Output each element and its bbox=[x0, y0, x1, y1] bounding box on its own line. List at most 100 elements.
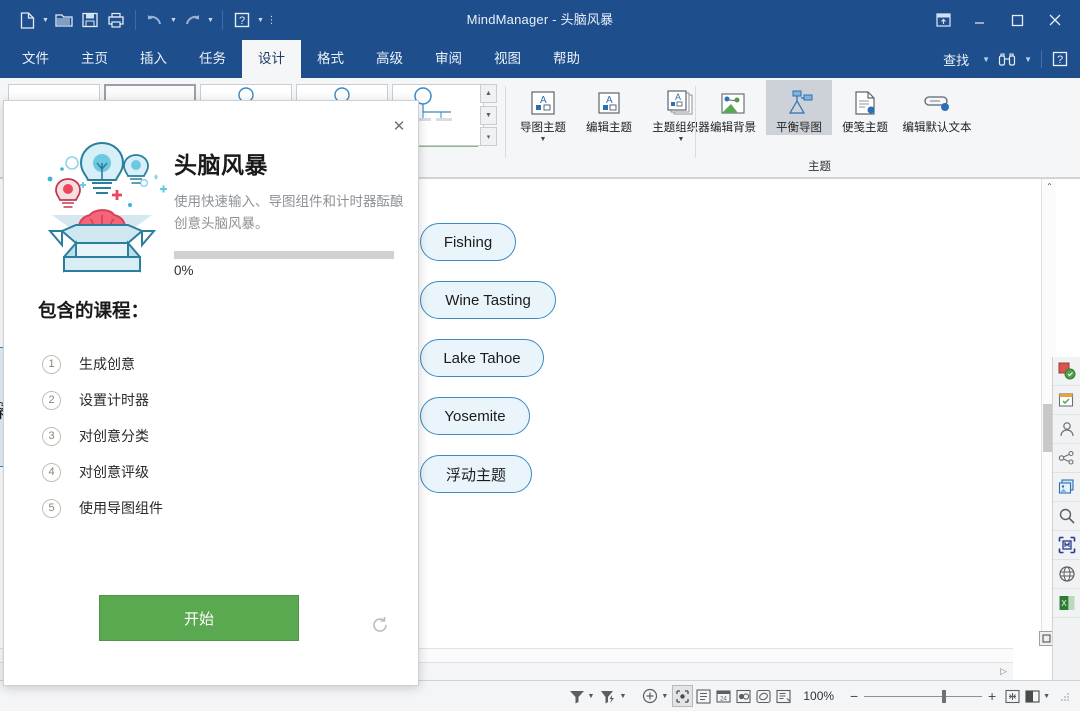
tab-review[interactable]: 审阅 bbox=[419, 40, 478, 78]
theme-group-right: 编辑背景 平衡导图 便笺主题 编辑默认文本 bbox=[700, 80, 976, 135]
window-controls bbox=[926, 0, 1074, 40]
edit-default-text-icon bbox=[920, 86, 954, 122]
zoom-out-button[interactable]: − bbox=[844, 685, 864, 707]
gallery-scroll-down[interactable]: ▼ bbox=[480, 106, 497, 125]
markers-icon[interactable] bbox=[1053, 531, 1080, 560]
ribbon-button-note-theme[interactable]: 便笺主题 bbox=[832, 80, 898, 135]
lesson-number: 4 bbox=[42, 463, 61, 482]
slide-view-button[interactable] bbox=[753, 685, 773, 707]
edit-background-icon bbox=[718, 86, 748, 122]
lesson-label: 使用导图组件 bbox=[79, 498, 163, 518]
ribbon-label-edit-default-text: 编辑默认文本 bbox=[903, 122, 972, 135]
ribbon-tab-bar: 文件 主页 插入 任务 设计 格式 高级 审阅 视图 帮助 查找 ▼ ▼ ? bbox=[0, 40, 1080, 78]
bottom-expand-arrow[interactable]: ▷ bbox=[1000, 666, 1007, 677]
zoom-slider-knob[interactable] bbox=[942, 690, 946, 703]
tab-task[interactable]: 任务 bbox=[183, 40, 242, 78]
ribbon-button-balance-map[interactable]: 平衡导图 bbox=[766, 80, 832, 135]
power-filter-caret[interactable]: ▼ bbox=[618, 693, 630, 700]
title-bar: ▼ ▼ ▼ ? ▼ ⋮ Min bbox=[0, 0, 1080, 40]
split-view-button[interactable] bbox=[1022, 685, 1042, 707]
image-library-icon[interactable] bbox=[1053, 473, 1080, 502]
gantt-view-button[interactable]: 24 bbox=[713, 685, 733, 707]
theme-organizer-icon: A bbox=[665, 86, 697, 122]
svg-text:A: A bbox=[540, 95, 547, 106]
tab-file[interactable]: 文件 bbox=[6, 40, 65, 78]
tab-design[interactable]: 设计 bbox=[242, 40, 301, 78]
add-view-caret[interactable]: ▼ bbox=[660, 693, 672, 700]
floating-topic-yosemite[interactable]: Yosemite bbox=[420, 397, 530, 435]
list-item[interactable]: 5 使用导图组件 bbox=[42, 490, 382, 526]
find-label[interactable]: 查找 bbox=[935, 50, 977, 69]
floating-label-wine-tasting: Wine Tasting bbox=[421, 292, 555, 309]
zoom-slider[interactable] bbox=[864, 685, 982, 707]
floating-label-generic: 浮动主题 bbox=[421, 464, 531, 485]
filter-button[interactable] bbox=[567, 685, 587, 707]
gallery-scroll-controls: ▲ ▼ ▾ bbox=[480, 84, 497, 146]
resize-grip-icon[interactable] bbox=[1054, 685, 1074, 707]
gallery-expand[interactable]: ▾ bbox=[480, 127, 497, 146]
power-filter-button[interactable] bbox=[598, 685, 618, 707]
find-caret[interactable]: ▼ bbox=[979, 55, 993, 64]
ribbon-display-options-button[interactable] bbox=[926, 5, 960, 35]
close-icon[interactable]: ✕ bbox=[388, 115, 410, 137]
tab-home[interactable]: 主页 bbox=[65, 40, 124, 78]
refresh-spinner-icon[interactable] bbox=[370, 615, 390, 635]
ribbon-button-edit-default-text[interactable]: 编辑默认文本 bbox=[898, 80, 976, 135]
lesson-label: 对创意分类 bbox=[79, 426, 149, 446]
tab-insert[interactable]: 插入 bbox=[124, 40, 183, 78]
outline-view-button[interactable] bbox=[693, 685, 713, 707]
map-view-button[interactable] bbox=[672, 685, 693, 707]
toolbar-divider bbox=[1041, 50, 1042, 68]
map-parts-icon[interactable] bbox=[1053, 357, 1080, 386]
svg-text:24: 24 bbox=[720, 696, 727, 702]
add-view-button[interactable] bbox=[640, 685, 660, 707]
tab-format[interactable]: 格式 bbox=[301, 40, 360, 78]
globe-icon[interactable] bbox=[1053, 560, 1080, 589]
theme-organizer-dropdown-caret[interactable]: ▼ bbox=[678, 136, 685, 143]
lesson-number: 3 bbox=[42, 427, 61, 446]
ribbon-tabs: 文件 主页 插入 任务 设计 格式 高级 审阅 视图 帮助 bbox=[6, 40, 596, 78]
tab-view[interactable]: 视图 bbox=[478, 40, 537, 78]
notes-view-button[interactable] bbox=[773, 685, 793, 707]
schedule-view-button[interactable] bbox=[733, 685, 753, 707]
maximize-button[interactable] bbox=[998, 5, 1036, 35]
binoculars-caret[interactable]: ▼ bbox=[1021, 55, 1035, 64]
calendar-task-icon[interactable] bbox=[1053, 386, 1080, 415]
floating-topic-generic[interactable]: 浮动主题 bbox=[420, 455, 532, 493]
ribbon-button-edit-theme[interactable]: A 编辑主题 bbox=[576, 80, 642, 143]
split-view-caret[interactable]: ▼ bbox=[1042, 693, 1054, 700]
close-button[interactable] bbox=[1036, 5, 1074, 35]
ribbon-label-balance-map: 平衡导图 bbox=[776, 122, 822, 135]
svg-text:A: A bbox=[606, 95, 613, 106]
floating-topic-lake-tahoe[interactable]: Lake Tahoe bbox=[420, 339, 544, 377]
tab-help[interactable]: 帮助 bbox=[537, 40, 596, 78]
scroll-up-arrow[interactable]: ⌃ bbox=[1042, 179, 1057, 194]
floating-label-lake-tahoe: Lake Tahoe bbox=[421, 350, 543, 367]
share-topic-icon[interactable] bbox=[1053, 444, 1080, 473]
search-icon[interactable] bbox=[1053, 502, 1080, 531]
list-item[interactable]: 1 生成创意 bbox=[42, 346, 382, 382]
floating-topic-fishing[interactable]: Fishing bbox=[420, 223, 516, 261]
list-item[interactable]: 4 对创意评级 bbox=[42, 454, 382, 490]
theme-group-left: A 导图主题 ▼ A 编辑主题 A 主题组织器 ▼ bbox=[510, 80, 720, 143]
ribbon-label-note-theme: 便笺主题 bbox=[842, 122, 888, 135]
person-icon[interactable] bbox=[1053, 415, 1080, 444]
filter-caret[interactable]: ▼ bbox=[587, 693, 599, 700]
minimize-button[interactable] bbox=[960, 5, 998, 35]
edit-theme-icon: A bbox=[594, 86, 624, 122]
fit-window-button[interactable] bbox=[1002, 685, 1022, 707]
tab-advanced[interactable]: 高级 bbox=[360, 40, 419, 78]
binoculars-icon[interactable] bbox=[995, 47, 1019, 71]
floating-topic-wine-tasting[interactable]: Wine Tasting bbox=[420, 281, 556, 319]
ribbon-button-map-theme[interactable]: A 导图主题 ▼ bbox=[510, 80, 576, 143]
excel-export-icon[interactable]: X bbox=[1053, 589, 1080, 618]
help-question-icon[interactable]: ? bbox=[1048, 47, 1072, 71]
mindmanager-window: ▼ ▼ ▼ ? ▼ ⋮ Min bbox=[0, 0, 1080, 711]
start-button[interactable]: 开始 bbox=[99, 595, 299, 641]
map-theme-dropdown-caret[interactable]: ▼ bbox=[540, 136, 547, 143]
zoom-in-button[interactable]: + bbox=[982, 685, 1002, 707]
ribbon-button-edit-background[interactable]: 编辑背景 bbox=[700, 80, 766, 135]
list-item[interactable]: 2 设置计时器 bbox=[42, 382, 382, 418]
list-item[interactable]: 3 对创意分类 bbox=[42, 418, 382, 454]
gallery-scroll-up[interactable]: ▲ bbox=[480, 84, 497, 103]
